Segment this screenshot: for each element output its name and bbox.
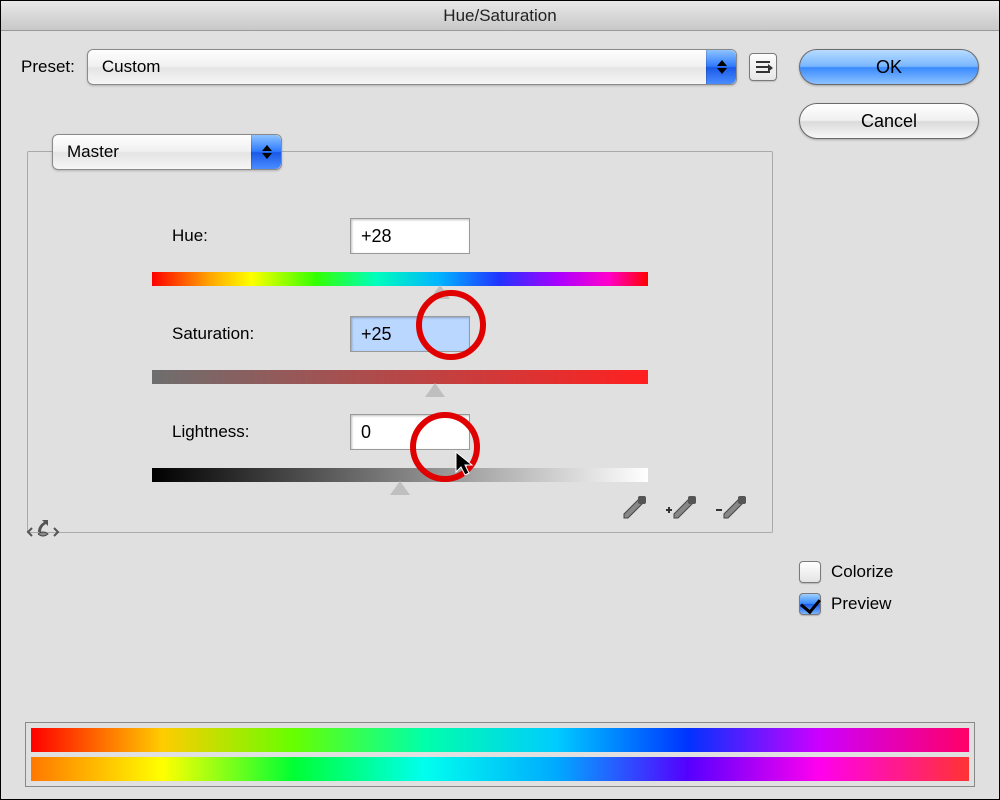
dialog-title: Hue/Saturation bbox=[443, 6, 556, 26]
lightness-slider-track[interactable] bbox=[152, 468, 648, 482]
eyedropper-subtract-icon[interactable] bbox=[714, 496, 748, 520]
colorize-row: Colorize bbox=[799, 561, 979, 583]
lightness-input[interactable] bbox=[350, 414, 470, 450]
lightness-label: Lightness: bbox=[172, 422, 332, 442]
saturation-input[interactable] bbox=[350, 316, 470, 352]
hue-label: Hue: bbox=[172, 226, 332, 246]
hue-slider-track[interactable] bbox=[152, 272, 648, 286]
scrubby-adjust-icon[interactable] bbox=[26, 512, 60, 540]
range-select-value: Master bbox=[67, 142, 119, 162]
titlebar: Hue/Saturation bbox=[1, 1, 999, 31]
cancel-button[interactable]: Cancel bbox=[799, 103, 979, 139]
saturation-slider-track[interactable] bbox=[152, 370, 648, 384]
ok-button[interactable]: OK bbox=[799, 49, 979, 85]
saturation-label: Saturation: bbox=[172, 324, 332, 344]
preset-row: Preset: Custom bbox=[21, 49, 777, 85]
dialog-content: Preset: Custom OK Cancel bbox=[1, 31, 999, 799]
hue-input[interactable] bbox=[350, 218, 470, 254]
spectrum-preview bbox=[25, 722, 975, 787]
chevron-updown-icon bbox=[251, 135, 281, 169]
hue-saturation-dialog: Hue/Saturation Preset: Custom OK bbox=[0, 0, 1000, 800]
adjustment-group: Master Hue: Saturation: bbox=[27, 151, 773, 533]
preset-select[interactable]: Custom bbox=[87, 49, 737, 85]
colorize-label: Colorize bbox=[831, 562, 893, 582]
preset-select-value: Custom bbox=[102, 57, 161, 77]
ok-button-label: OK bbox=[876, 57, 902, 78]
preview-row: Preview bbox=[799, 593, 979, 615]
chevron-right-icon bbox=[768, 64, 773, 72]
eyedropper-icon[interactable] bbox=[614, 496, 648, 520]
cancel-button-label: Cancel bbox=[861, 111, 917, 132]
preview-checkbox[interactable] bbox=[799, 593, 821, 615]
spectrum-after bbox=[31, 757, 969, 781]
preview-label: Preview bbox=[831, 594, 891, 614]
eyedropper-add-icon[interactable] bbox=[664, 496, 698, 520]
preset-label: Preset: bbox=[21, 57, 75, 77]
colorize-checkbox[interactable] bbox=[799, 561, 821, 583]
range-select[interactable]: Master bbox=[52, 134, 282, 170]
preset-menu-button[interactable] bbox=[749, 53, 777, 81]
spectrum-before bbox=[31, 728, 969, 752]
chevron-updown-icon bbox=[706, 50, 736, 84]
